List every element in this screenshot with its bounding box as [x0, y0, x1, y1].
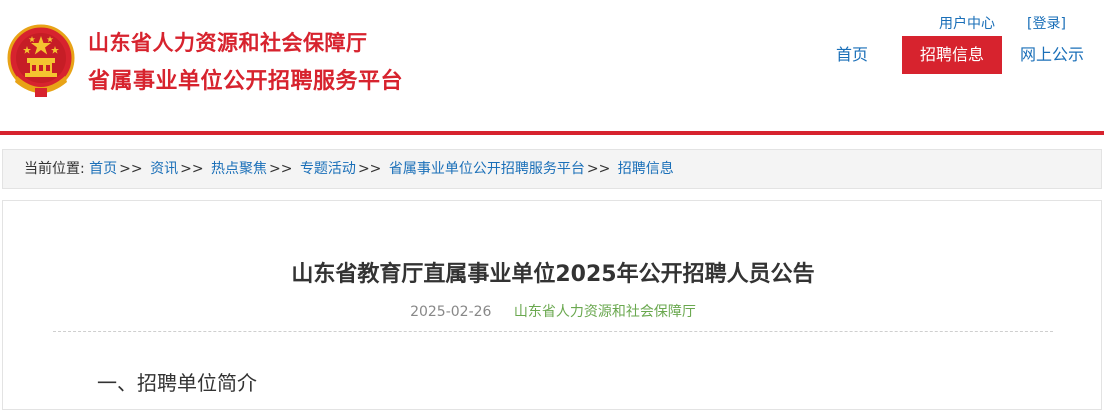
breadcrumb: 当前位置: 首页 >> 资讯 >> 热点聚焦 >> 专题活动 >> 省属事业单位公开招聘… — [2, 149, 1102, 189]
main-nav: 首页 招聘信息 网上公示 — [0, 36, 1104, 74]
article-date: 2025-02-26 — [410, 304, 492, 320]
article-title: 山东省教育厅直属事业单位2025年公开招聘人员公告 — [291, 262, 815, 287]
breadcrumb-separator: >> — [269, 161, 293, 177]
breadcrumb-separator: >> — [119, 161, 143, 177]
meta-divider — [53, 331, 1053, 332]
nav-recruitment-info[interactable]: 招聘信息 — [902, 36, 1002, 74]
breadcrumb-item-news[interactable]: 资讯 — [150, 161, 178, 177]
user-center-link[interactable]: 用户中心 — [939, 13, 995, 33]
breadcrumb-prefix: 当前位置: — [24, 161, 85, 177]
breadcrumb-item-recruitment-info[interactable]: 招聘信息 — [618, 161, 674, 177]
breadcrumb-separator: >> — [586, 161, 611, 177]
breadcrumb-separator: >> — [180, 161, 204, 177]
breadcrumb-item-platform[interactable]: 省属事业单位公开招聘服务平台 — [389, 161, 585, 177]
section-heading: 一、招聘单位简介 — [97, 371, 257, 395]
header-divider — [0, 131, 1104, 135]
login-link[interactable]: [登录] — [1027, 13, 1066, 33]
nav-online-publicity[interactable]: 网上公示 — [1014, 36, 1090, 74]
site-header: 山东省人力资源和社会保障厅 省属事业单位公开招聘服务平台 用户中心 [登录] 首… — [0, 0, 1104, 132]
breadcrumb-item-hot-topics[interactable]: 热点聚焦 — [211, 161, 267, 177]
article-meta: 2025-02-26 山东省人力资源和社会保障厅 — [3, 301, 1103, 321]
top-links: 用户中心 [登录] — [0, 13, 1104, 33]
breadcrumb-item-home[interactable]: 首页 — [89, 161, 117, 177]
breadcrumb-separator: >> — [357, 161, 382, 177]
nav-home[interactable]: 首页 — [826, 36, 878, 74]
article-source: 山东省人力资源和社会保障厅 — [513, 304, 696, 320]
breadcrumb-item-special-events[interactable]: 专题活动 — [300, 161, 356, 177]
article-panel: 山东省教育厅直属事业单位2025年公开招聘人员公告 2025-02-26 山东省… — [2, 200, 1102, 410]
